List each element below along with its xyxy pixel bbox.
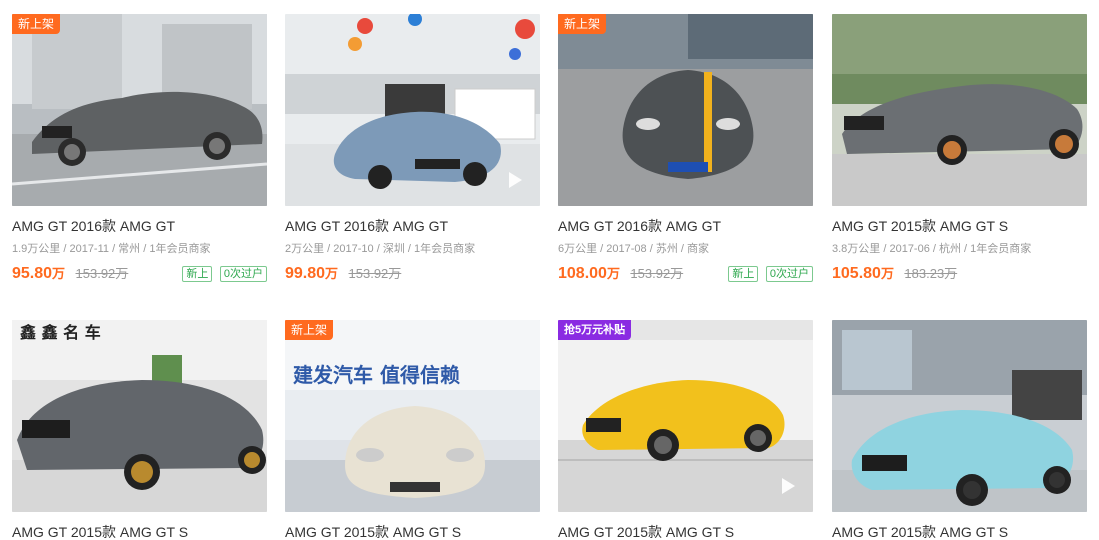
- car-image: 鑫 鑫 名 车: [12, 320, 267, 512]
- listing-card[interactable]: 新上架 AMG GT 2016款 AMG GT 6万公里 / 2017-08 /…: [558, 14, 813, 283]
- listing-card[interactable]: 新上架 AMG GT 2016款 AMG GT 1.9万公里 / 2017-11…: [12, 14, 267, 283]
- car-photo[interactable]: 新上架: [12, 14, 267, 206]
- listing-meta: 6万公里 / 2017-08 / 苏州 / 商家: [558, 243, 709, 255]
- listing-card[interactable]: AMG GT 2015款 AMG GT S 3.8万公里 / 2017-06 /…: [832, 14, 1087, 283]
- listing-price: 99.80: [285, 265, 326, 282]
- price-unit: 万: [52, 266, 66, 281]
- listing-card[interactable]: 抢5万元补贴 AMG GT 2015款 AMG GT S: [558, 320, 813, 540]
- price-unit: 万: [606, 266, 620, 281]
- listing-price: 95.80: [12, 265, 53, 282]
- price-row: 108.00万 153.92万 新上 0次过户: [558, 263, 813, 283]
- price-unit: 万: [880, 266, 894, 281]
- play-video-icon[interactable]: [782, 478, 795, 494]
- car-image: [558, 14, 813, 206]
- car-photo[interactable]: 新上架: [558, 14, 813, 206]
- subsidy-badge: 抢5万元补贴: [558, 320, 632, 340]
- new-listing-badge: 新上架: [285, 320, 334, 340]
- tag-new: 新上: [728, 266, 759, 282]
- listing-meta: 2万公里 / 2017-10 / 深圳 / 1年会员商家: [285, 243, 476, 255]
- car-photo[interactable]: [832, 320, 1087, 512]
- listing-title[interactable]: AMG GT 2016款 AMG GT: [285, 218, 540, 235]
- car-photo[interactable]: 抢5万元补贴: [558, 320, 813, 512]
- price-unit: 万: [325, 266, 339, 281]
- tag-group: 新上 0次过户: [725, 264, 813, 282]
- original-price: 153.92万: [75, 266, 129, 281]
- listing-title[interactable]: AMG GT 2015款 AMG GT S: [832, 524, 1087, 540]
- listing-grid: 新上架 AMG GT 2016款 AMG GT 1.9万公里 / 2017-11…: [0, 0, 1099, 540]
- showroom-sign-text: 鑫 鑫 名 车: [19, 323, 101, 342]
- listing-meta: 3.8万公里 / 2017-06 / 杭州 / 1年会员商家: [832, 243, 1032, 255]
- car-image: [12, 14, 267, 206]
- new-listing-badge: 新上架: [12, 14, 61, 34]
- tag-no-transfer: 0次过户: [219, 266, 267, 282]
- car-image: [832, 14, 1087, 206]
- tag-no-transfer: 0次过户: [765, 266, 813, 282]
- price-row: 99.80万 153.92万: [285, 263, 540, 283]
- listing-title[interactable]: AMG GT 2016款 AMG GT: [558, 218, 813, 235]
- listing-title[interactable]: AMG GT 2016款 AMG GT: [12, 218, 267, 235]
- car-image: [285, 14, 540, 206]
- listing-meta: 1.9万公里 / 2017-11 / 常州 / 1年会员商家: [12, 243, 211, 255]
- listing-title[interactable]: AMG GT 2015款 AMG GT S: [558, 524, 813, 540]
- listing-price: 108.00: [558, 265, 607, 282]
- original-price: 183.23万: [904, 266, 958, 281]
- play-video-icon[interactable]: [509, 172, 522, 188]
- price-row: 95.80万 153.92万 新上 0次过户: [12, 263, 267, 283]
- listing-title[interactable]: AMG GT 2015款 AMG GT S: [832, 218, 1087, 235]
- listing-card[interactable]: 鑫 鑫 名 车 AMG GT 2015款 AMG GT S: [12, 320, 267, 540]
- listing-title[interactable]: AMG GT 2015款 AMG GT S: [12, 524, 267, 540]
- showroom-sign-text: 建发汽车 值得信赖: [293, 363, 460, 387]
- tag-new: 新上: [182, 266, 213, 282]
- car-photo[interactable]: [832, 14, 1087, 206]
- car-image: [558, 320, 813, 512]
- listing-card[interactable]: AMG GT 2015款 AMG GT S: [832, 320, 1087, 540]
- original-price: 153.92万: [348, 266, 402, 281]
- listing-price: 105.80: [832, 265, 881, 282]
- price-row: 105.80万 183.23万: [832, 263, 1087, 283]
- car-image: [832, 320, 1087, 512]
- car-photo[interactable]: [285, 14, 540, 206]
- listing-card[interactable]: AMG GT 2016款 AMG GT 2万公里 / 2017-10 / 深圳 …: [285, 14, 540, 283]
- new-listing-badge: 新上架: [558, 14, 607, 34]
- original-price: 153.92万: [630, 266, 684, 281]
- tag-group: 新上 0次过户: [179, 264, 267, 282]
- car-photo[interactable]: 建发汽车 值得信赖 新上架: [285, 320, 540, 512]
- car-image: 建发汽车 值得信赖: [285, 320, 540, 512]
- listing-title[interactable]: AMG GT 2015款 AMG GT S: [285, 524, 540, 540]
- car-photo[interactable]: 鑫 鑫 名 车: [12, 320, 267, 512]
- listing-card[interactable]: 建发汽车 值得信赖 新上架 AMG GT 2015款 AMG GT S: [285, 320, 540, 540]
